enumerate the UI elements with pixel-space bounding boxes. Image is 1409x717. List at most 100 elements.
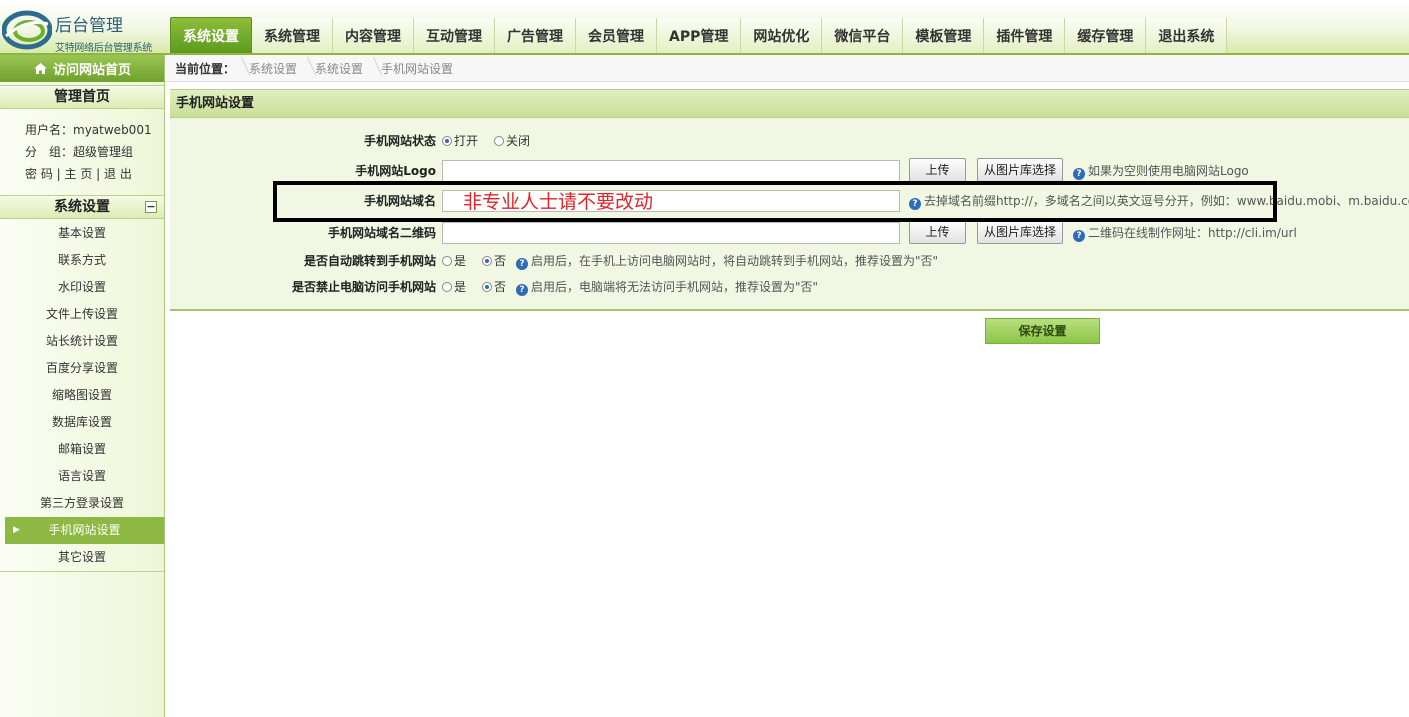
qrcode-upload-button[interactable]: 上传 (909, 220, 966, 244)
panel-title: 手机网站设置 (170, 90, 1409, 118)
help-icon: ? (516, 284, 528, 296)
sidebar-item-site-statistics[interactable]: 站长统计设置 (0, 328, 164, 355)
forbid-row: 是否禁止电脑访问手机网站 是 否 ? 启用后，电脑端将无法访问手机网站，推荐设置为… (170, 274, 1409, 300)
logo-help-text: 如果为空则使用电脑网站Logo (1088, 164, 1249, 178)
sidebar: 访问网站首页 管理首页 用户名：myatweb001 分 组：超级管理组 密 码… (0, 55, 165, 717)
header: 后台管理 艾特网络后台管理系统 系统设置 系统管理 内容管理 互动管理 广告管理… (0, 0, 1409, 55)
tab-cache-management[interactable]: 缓存管理 (1065, 18, 1147, 53)
logout-link[interactable]: 退 出 (104, 167, 132, 181)
redirect-label: 是否自动跳转到手机网站 (303, 254, 436, 268)
admin-home-heading[interactable]: 管理首页 (0, 85, 164, 109)
redirect-no-option[interactable]: 否 (482, 248, 506, 274)
redirect-help-text: 启用后，在手机上访问电脑网站时，将自动跳转到手机网站，推荐设置为"否" (531, 254, 939, 268)
logo-subtitle: 艾特网络后台管理系统 (55, 43, 152, 54)
forbid-yes-radio[interactable] (442, 282, 452, 292)
visit-site-home-button[interactable]: 访问网站首页 (0, 55, 164, 82)
forbid-no-option[interactable]: 否 (482, 274, 506, 300)
sidebar-item-thumbnail[interactable]: 缩略图设置 (0, 382, 164, 409)
sidebar-item-third-party-login[interactable]: 第三方登录设置 (0, 490, 164, 517)
tab-wechat-platform[interactable]: 微信平台 (822, 18, 904, 53)
redirect-yes-radio[interactable] (442, 256, 452, 266)
tab-member-management[interactable]: 会员管理 (576, 18, 657, 53)
breadcrumb-item[interactable]: 系统设置 (241, 60, 307, 77)
logo-input[interactable] (442, 160, 900, 182)
qrcode-row: 手机网站域名二维码 上传 从图片库选择 ? 二维码在线制作网址：http://cl… (170, 220, 1409, 246)
redirect-yes-label: 是 (454, 254, 467, 268)
sidebar-item-mobile-site-label: 手机网站设置 (48, 523, 121, 537)
forbid-no-radio[interactable] (482, 282, 492, 292)
redirect-help: ? 启用后，在手机上访问电脑网站时，将自动跳转到手机网站，推荐设置为"否" (516, 248, 938, 274)
settings-menu: 基本设置 联系方式 水印设置 文件上传设置 站长统计设置 百度分享设置 缩略图设… (0, 219, 164, 572)
breadcrumb-item-current: 手机网站设置 (373, 60, 463, 77)
help-icon: ? (516, 258, 528, 270)
logo: 后台管理 艾特网络后台管理系统 (0, 8, 165, 54)
qrcode-input[interactable] (442, 222, 900, 244)
sidebar-item-database[interactable]: 数据库设置 (0, 409, 164, 436)
tab-content-management[interactable]: 内容管理 (333, 18, 414, 53)
username-label: 用户名： (25, 123, 74, 137)
status-off-option[interactable]: 关闭 (494, 128, 530, 154)
save-settings-button[interactable]: 保存设置 (985, 318, 1100, 344)
status-off-label: 关闭 (506, 134, 531, 148)
sidebar-item-other-settings[interactable]: 其它设置 (0, 544, 164, 571)
visit-site-home-label: 访问网站首页 (52, 63, 131, 78)
tab-site-optimization[interactable]: 网站优化 (741, 18, 823, 53)
home-icon (33, 63, 47, 74)
forbid-no-label: 否 (494, 280, 507, 294)
redirect-yes-option[interactable]: 是 (442, 248, 466, 274)
help-icon: ? (1073, 168, 1085, 180)
sidebar-item-email[interactable]: 邮箱设置 (0, 436, 164, 463)
breadcrumb-item[interactable]: 系统设置 (307, 60, 373, 77)
annotation-highlight-box (273, 181, 1277, 222)
qrcode-choose-from-library-button[interactable]: 从图片库选择 (977, 220, 1063, 244)
logo-title: 后台管理 (55, 16, 123, 36)
password-link[interactable]: 密 码 (25, 167, 53, 181)
sidebar-item-baidu-share[interactable]: 百度分享设置 (0, 355, 164, 382)
breadcrumb-label: 当前位置： (175, 61, 236, 76)
qrcode-help: ? 二维码在线制作网址：http://cli.im/url (1073, 220, 1297, 246)
tab-system-settings[interactable]: 系统设置 (170, 17, 252, 53)
tab-template-management[interactable]: 模板管理 (903, 18, 985, 53)
redirect-no-radio[interactable] (482, 256, 492, 266)
sidebar-item-mobile-site[interactable]: ▶ 手机网站设置 (5, 517, 164, 544)
group-value: 超级管理组 (73, 145, 134, 159)
tab-ad-management[interactable]: 广告管理 (495, 18, 576, 53)
tab-app-management[interactable]: APP管理 (657, 18, 742, 53)
username-value: myatweb001 (73, 123, 152, 137)
forbid-help: ? 启用后，电脑端将无法访问手机网站，推荐设置为"否" (516, 274, 818, 300)
forbid-yes-label: 是 (454, 280, 467, 294)
status-on-label: 打开 (454, 134, 479, 148)
logo-upload-button[interactable]: 上传 (909, 158, 966, 182)
forbid-yes-option[interactable]: 是 (442, 274, 466, 300)
sidebar-item-file-upload[interactable]: 文件上传设置 (0, 301, 164, 328)
logo-mark-icon (2, 10, 52, 50)
help-icon: ? (1073, 230, 1085, 242)
status-on-radio[interactable] (442, 136, 452, 146)
status-on-option[interactable]: 打开 (442, 128, 478, 154)
tab-interaction-management[interactable]: 互动管理 (414, 18, 495, 53)
redirect-no-label: 否 (494, 254, 507, 268)
tab-system-management[interactable]: 系统管理 (252, 18, 333, 53)
redirect-row: 是否自动跳转到手机网站 是 否 ? 启用后，在手机上访问电脑网站时，将自动跳转到手… (170, 248, 1409, 274)
homepage-link[interactable]: 主 页 (65, 167, 93, 181)
tab-plugin-management[interactable]: 插件管理 (984, 18, 1066, 53)
sidebar-item-watermark[interactable]: 水印设置 (0, 274, 164, 301)
annotation-warning-text: 非专业人士请不要改动 (463, 191, 654, 213)
sidebar-item-language[interactable]: 语言设置 (0, 463, 164, 490)
status-label: 手机网站状态 (363, 134, 436, 148)
section-title: 系统设置 (54, 199, 110, 215)
logo-choose-from-library-button[interactable]: 从图片库选择 (977, 158, 1063, 182)
collapse-icon[interactable]: − (145, 201, 157, 213)
breadcrumb: 当前位置： 系统设置 系统设置 手机网站设置 (165, 55, 1409, 82)
qrcode-help-text: 二维码在线制作网址：http://cli.im/url (1088, 226, 1297, 240)
forbid-label: 是否禁止电脑访问手机网站 (291, 280, 436, 294)
sidebar-item-contact[interactable]: 联系方式 (0, 247, 164, 274)
system-settings-section-heading[interactable]: 系统设置 − (0, 195, 164, 219)
status-off-radio[interactable] (494, 136, 504, 146)
tab-logout[interactable]: 退出系统 (1146, 18, 1228, 53)
user-info: 用户名：myatweb001 分 组：超级管理组 密 码 | 主 页 | 退 出 (25, 123, 152, 181)
status-row: 手机网站状态 打开 关闭 (170, 128, 1409, 154)
forbid-help-text: 启用后，电脑端将无法访问手机网站，推荐设置为"否" (531, 280, 819, 294)
sidebar-item-basic-settings[interactable]: 基本设置 (0, 220, 164, 247)
qrcode-label: 手机网站域名二维码 (327, 226, 436, 240)
